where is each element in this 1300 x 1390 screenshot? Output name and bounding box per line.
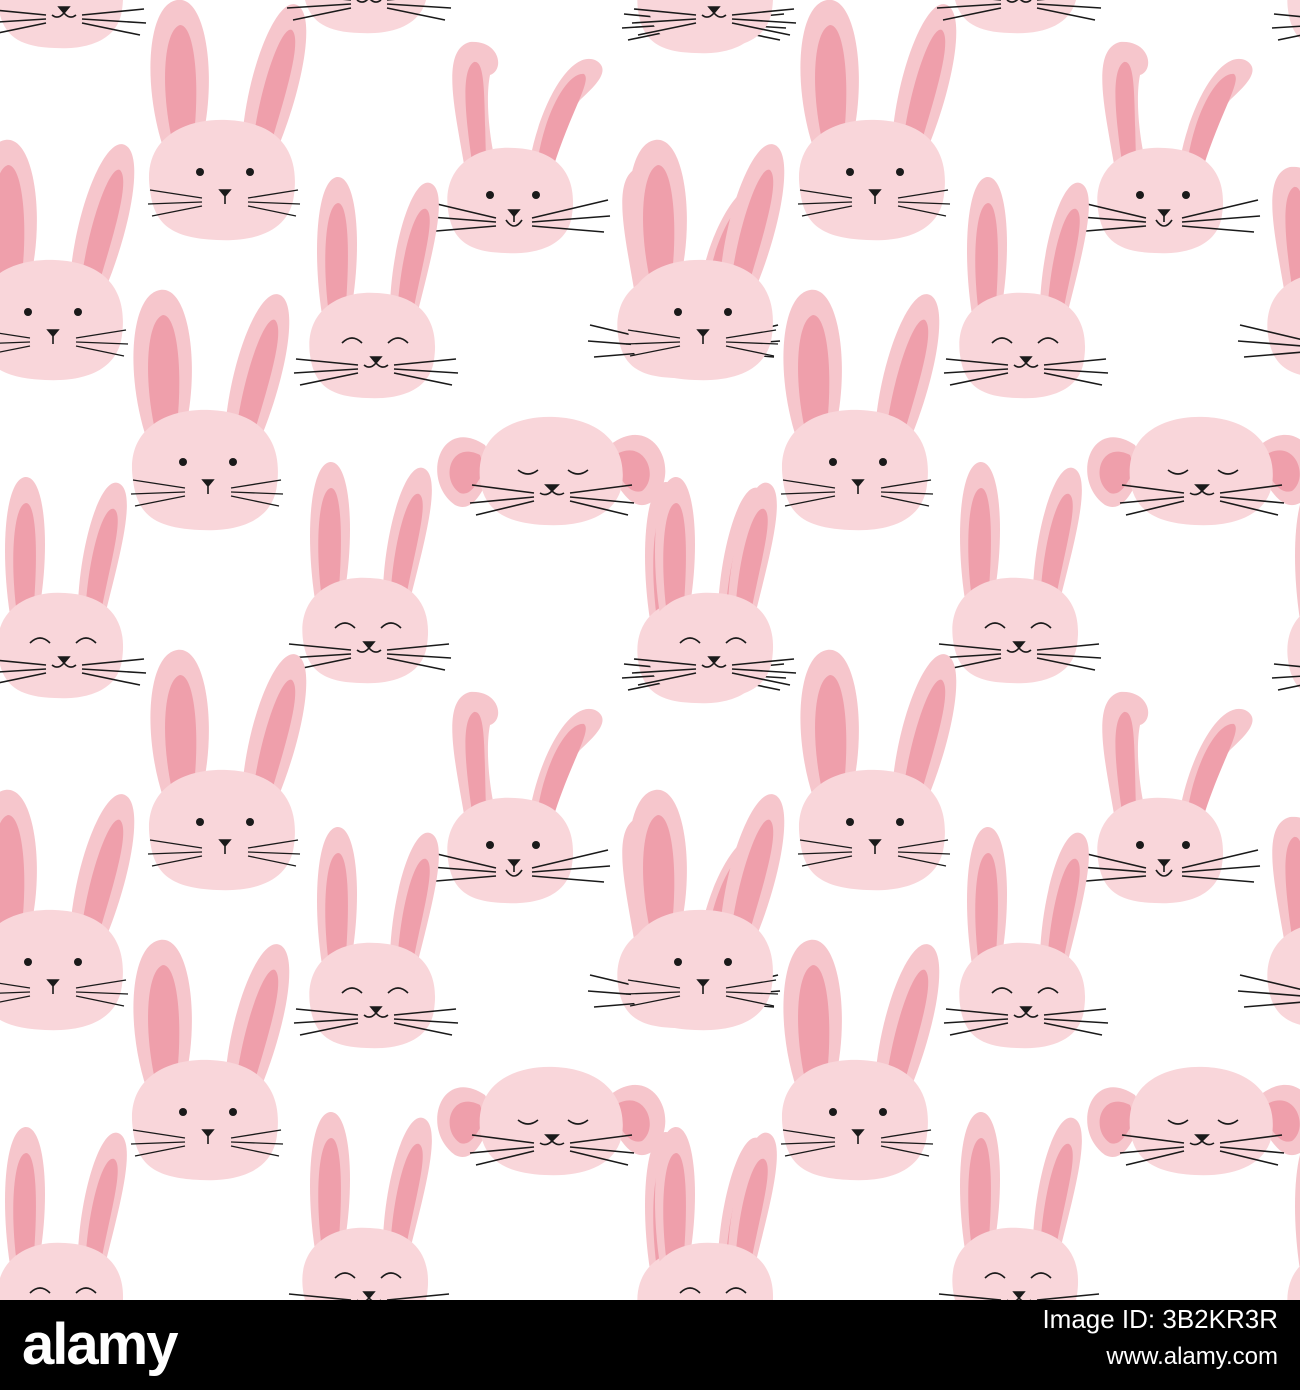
alamy-logo: alamy bbox=[22, 1312, 180, 1377]
image-id-label: Image ID: 3B2KR3R bbox=[1042, 1304, 1278, 1334]
site-url[interactable]: www.alamy.com bbox=[1106, 1340, 1278, 1374]
logo-wordmark: alamy bbox=[22, 1312, 178, 1377]
bunny-pattern-illustration bbox=[0, 0, 1300, 1300]
bunny-pattern-svg bbox=[0, 0, 1300, 1300]
watermark-footer: alamy Image ID: 3B2KR3R www.alamy.com bbox=[0, 1300, 1300, 1390]
